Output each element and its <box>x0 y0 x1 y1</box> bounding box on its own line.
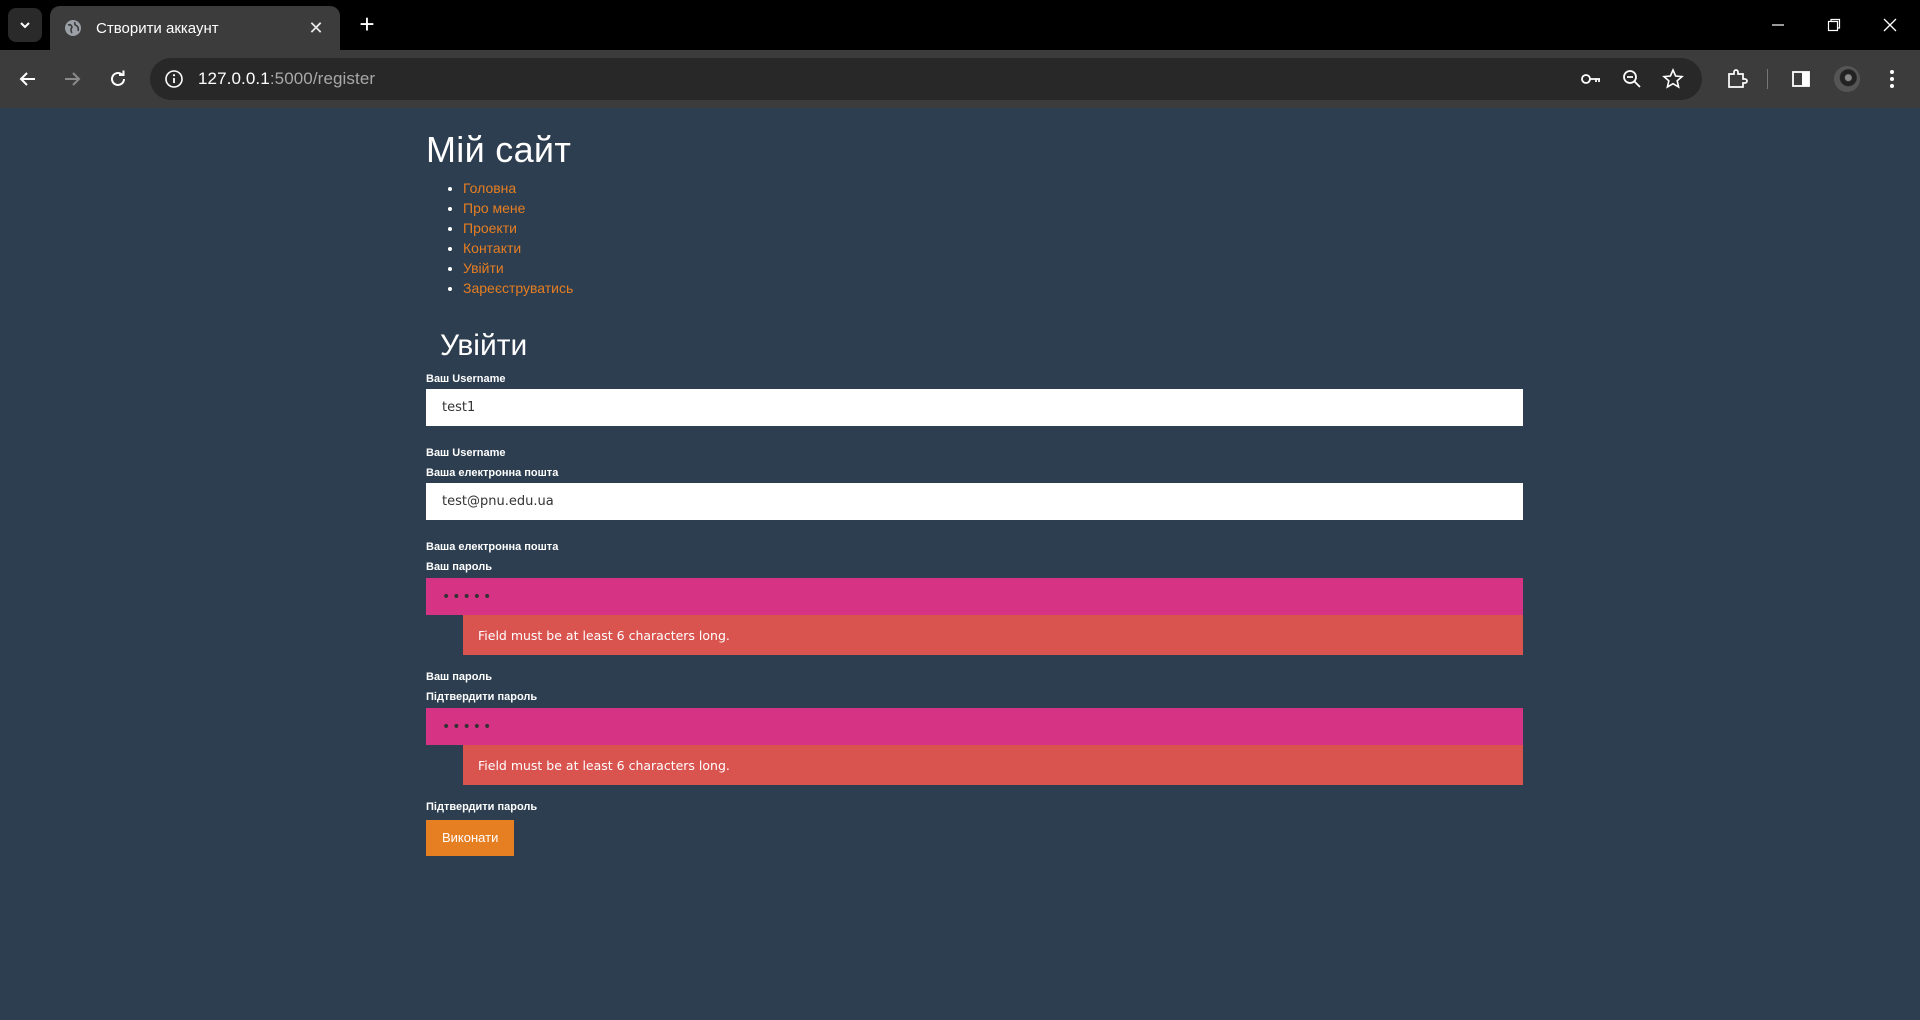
main-nav: Головна Про мене Проекти Контакти Увійти… <box>463 178 1523 298</box>
arrow-right-icon <box>65 72 81 86</box>
nav-link-login[interactable]: Увійти <box>463 260 504 276</box>
nav-link-contacts[interactable]: Контакти <box>463 240 521 256</box>
url-path: :5000/register <box>269 69 376 88</box>
nav-item-login: Увійти <box>463 258 1523 278</box>
extensions-puzzle-icon[interactable] <box>1722 64 1752 94</box>
email-label: Ваша електронна пошта <box>426 467 559 479</box>
close-window-button[interactable] <box>1870 10 1910 40</box>
chevron-down-icon <box>20 22 30 29</box>
menu-kebab-icon[interactable] <box>1877 64 1907 94</box>
confirm-password-hint: Підтвердити пароль <box>426 801 538 813</box>
form-title: Увійти <box>440 329 528 362</box>
email-hint: Ваша електронна пошта <box>426 541 559 553</box>
nav-link-register[interactable]: Зареєструватись <box>463 280 573 296</box>
confirm-password-input[interactable] <box>426 708 1523 745</box>
password-error-message: Field must be at least 6 characters long… <box>463 615 1523 655</box>
url-host: 127.0.0.1 <box>198 69 270 88</box>
url-text[interactable]: 127.0.0.1:5000/register <box>198 69 375 89</box>
arrow-left-icon <box>19 72 35 86</box>
globe-icon <box>65 20 81 36</box>
zoom-icon[interactable] <box>1621 68 1643 90</box>
forward-button[interactable] <box>58 65 86 93</box>
new-tab-button[interactable]: + <box>354 11 380 38</box>
nav-link-home[interactable]: Головна <box>463 180 516 196</box>
username-hint: Ваш Username <box>426 447 506 459</box>
submit-button[interactable]: Виконати <box>426 820 515 856</box>
tab-title: Створити аккаунт <box>96 19 219 37</box>
password-key-icon[interactable] <box>1580 68 1602 90</box>
nav-item-about: Про мене <box>463 198 1523 218</box>
restore-icon <box>1827 18 1841 32</box>
info-icon <box>165 70 183 88</box>
minimize-button[interactable] <box>1758 10 1798 40</box>
nav-link-about[interactable]: Про мене <box>463 200 525 216</box>
nav-item-projects: Проекти <box>463 218 1523 238</box>
email-input[interactable] <box>426 483 1523 520</box>
tab-close-icon[interactable]: ✕ <box>306 18 326 39</box>
password-input[interactable] <box>426 578 1523 615</box>
bookmark-star-icon[interactable] <box>1662 68 1684 90</box>
register-form: Ваш Username Ваш Username Ваша електронн… <box>426 372 1523 856</box>
tab-search-button[interactable] <box>8 8 42 42</box>
browser-tab[interactable]: Створити аккаунт ✕ <box>50 6 340 50</box>
browser-tab-bar: Створити аккаунт ✕ + <box>0 0 1920 50</box>
close-icon <box>1883 18 1897 32</box>
username-input[interactable] <box>426 389 1523 426</box>
page-content: Мій сайт Головна Про мене Проекти Контак… <box>426 108 1523 856</box>
site-title: Мій сайт <box>426 129 572 170</box>
restore-button[interactable] <box>1814 10 1854 40</box>
confirm-password-error-message: Field must be at least 6 characters long… <box>463 745 1523 785</box>
reload-button[interactable] <box>104 65 132 93</box>
nav-item-home: Головна <box>463 178 1523 198</box>
confirm-password-label: Підтвердити пароль <box>426 691 538 703</box>
browser-toolbar: 127.0.0.1:5000/register <box>0 50 1920 108</box>
side-panel-icon[interactable] <box>1786 64 1816 94</box>
nav-item-register: Зареєструватись <box>463 278 1523 298</box>
password-hint: Ваш пароль <box>426 671 492 683</box>
reload-icon <box>111 70 125 86</box>
username-label: Ваш Username <box>426 373 506 385</box>
back-button[interactable] <box>14 65 42 93</box>
password-label: Ваш пароль <box>426 561 492 573</box>
minimize-icon <box>1772 24 1784 26</box>
nav-item-contacts: Контакти <box>463 238 1523 258</box>
nav-link-projects[interactable]: Проекти <box>463 220 517 236</box>
address-bar[interactable]: 127.0.0.1:5000/register <box>150 58 1702 100</box>
profile-avatar[interactable] <box>1834 66 1860 92</box>
toolbar-divider <box>1767 69 1768 89</box>
